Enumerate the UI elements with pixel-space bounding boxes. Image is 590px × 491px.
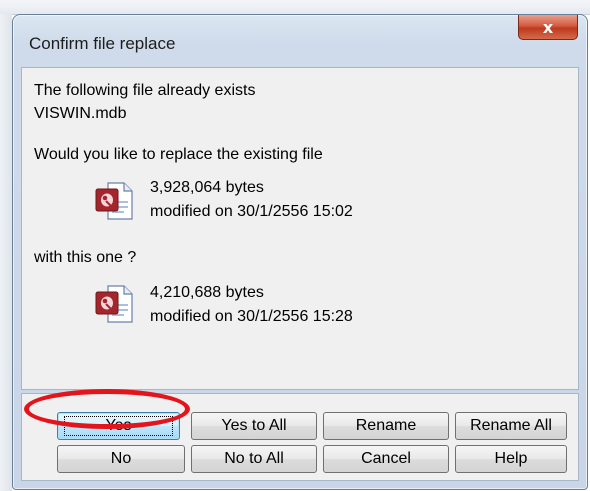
dialog-title: Confirm file replace <box>29 34 176 53</box>
no-button[interactable]: No <box>57 445 185 473</box>
rename-label: Rename <box>355 417 417 434</box>
yes-button-label: Yes <box>64 416 173 436</box>
with-this-one-label: with this one ? <box>34 249 137 266</box>
access-database-file-icon <box>95 182 133 220</box>
background-window-strip <box>0 0 590 15</box>
replace-question: Would you like to replace the existing f… <box>34 146 323 163</box>
rename-all-label: Rename All <box>470 417 552 434</box>
file-name: VISWIN.mdb <box>34 105 127 122</box>
cancel-button[interactable]: Cancel <box>323 445 449 473</box>
existing-file-size: 3,928,064 bytes <box>150 179 264 196</box>
rename-all-button[interactable]: Rename All <box>455 412 567 440</box>
rename-button[interactable]: Rename <box>323 412 449 440</box>
dialog-titlebar[interactable]: Confirm file replace x <box>13 15 587 67</box>
button-panel: Yes Yes to All Rename Rename All No No t… <box>21 393 579 481</box>
no-to-all-button[interactable]: No to All <box>191 445 317 473</box>
existing-file-modified: modified on 30/1/2556 15:02 <box>150 203 353 220</box>
help-button[interactable]: Help <box>455 445 567 473</box>
cancel-label: Cancel <box>361 450 411 467</box>
background-window-edge <box>0 14 12 491</box>
exists-message: The following file already exists <box>34 82 256 99</box>
yes-to-all-button[interactable]: Yes to All <box>191 412 317 440</box>
help-label: Help <box>494 450 528 467</box>
replacement-file-size: 4,210,688 bytes <box>150 284 264 301</box>
close-icon: x <box>542 17 554 37</box>
access-database-file-icon <box>95 285 133 323</box>
replacement-file-modified: modified on 30/1/2556 15:28 <box>150 308 353 325</box>
no-to-all-label: No to All <box>224 450 284 467</box>
yes-to-all-label: Yes to All <box>221 417 287 434</box>
yes-button[interactable]: Yes <box>57 412 180 440</box>
no-label: No <box>110 450 132 467</box>
close-button[interactable]: x <box>518 15 578 40</box>
dialog-content-panel: The following file already exists VISWIN… <box>21 67 579 390</box>
confirm-file-replace-dialog: Confirm file replace x The following fil… <box>12 14 588 490</box>
